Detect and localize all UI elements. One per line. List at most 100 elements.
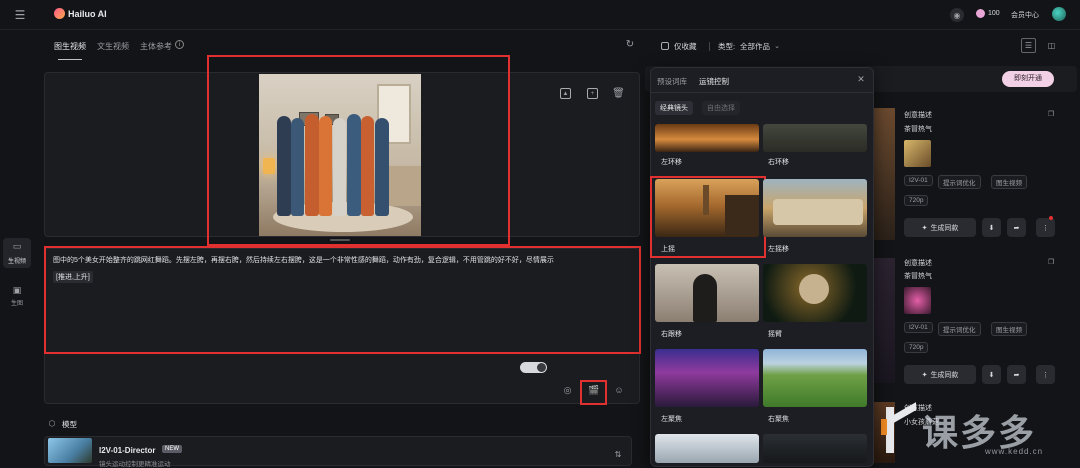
generate-similar-label: 生成同款	[930, 224, 959, 232]
hailuo-logo-icon	[54, 8, 65, 19]
credits-count: 100	[988, 10, 1000, 17]
filter-divider	[709, 42, 710, 51]
gallery-card-thumb	[904, 140, 931, 167]
camera-tag[interactable]: [推进,上升]	[53, 271, 93, 283]
split-view-icon[interactable]: ◫	[1044, 38, 1059, 53]
gallery-card-image[interactable]	[873, 108, 895, 240]
tab-text-to-video[interactable]: 文生视频	[97, 41, 129, 52]
type-filter-value[interactable]: 全部作品	[740, 41, 770, 52]
subtab-free[interactable]: 自由选择	[702, 101, 740, 115]
camera-preset-right-follow[interactable]	[655, 264, 759, 322]
tag-image-to-video: 图生视频	[991, 322, 1027, 336]
share-icon: ➦	[1013, 371, 1020, 379]
share-button[interactable]: ➦	[1007, 365, 1026, 384]
watermark-k-shape	[892, 402, 916, 424]
uploaded-image	[259, 74, 421, 236]
camera-preset-extra[interactable]	[763, 434, 867, 463]
user-avatar[interactable]	[1052, 7, 1066, 21]
popup-tab-camera[interactable]: 运镜控制	[699, 76, 729, 87]
tag-prompt-optimize: 提示词优化	[938, 322, 981, 336]
character-icon[interactable]: ☺	[613, 384, 625, 396]
dancer-figure	[277, 116, 291, 216]
tag-model: I2V-01	[904, 175, 933, 186]
preset-label: 右聚焦	[768, 416, 789, 423]
model-cube-icon: ⬡	[48, 418, 56, 428]
more-icon: ⋮	[1042, 371, 1049, 379]
camera-preset-left-pan[interactable]	[763, 179, 867, 237]
replace-image-icon[interactable]: ▲	[560, 88, 571, 99]
notification-icon[interactable]: ◉	[950, 8, 964, 22]
preset-label: 左摇移	[768, 246, 789, 253]
model-name: I2V-01-Director	[99, 446, 156, 455]
sparkle-icon: ✦	[921, 371, 928, 379]
popup-tab-presets[interactable]: 预设词库	[657, 76, 687, 87]
download-button[interactable]: ⬇	[982, 218, 1001, 237]
preset-label: 上摇	[661, 246, 675, 253]
more-button[interactable]: ⋮	[1036, 218, 1055, 237]
camera-preset-right-orbit[interactable]	[763, 124, 867, 152]
gallery-card-subtitle: 茶冒热气	[904, 126, 932, 133]
subtab-classic[interactable]: 经典镜头	[655, 101, 693, 115]
share-button[interactable]: ➦	[1007, 218, 1026, 237]
brand-logo[interactable]: Hailuo AI	[54, 8, 107, 19]
favorites-label[interactable]: 仅收藏	[674, 41, 697, 52]
model-new-badge: NEW	[162, 445, 182, 453]
preset-car	[773, 199, 863, 225]
open-now-button[interactable]: 即刻开通	[1002, 71, 1054, 87]
prompt-text[interactable]: 图中的5个美女开始整齐的跳网红舞蹈。先摆左胯，再摆右胯，然后持续左右摆胯，这是一…	[53, 256, 633, 266]
preset-building	[703, 185, 709, 215]
gallery-card-thumb	[904, 287, 931, 314]
copy-icon[interactable]: ❐	[1047, 110, 1055, 118]
model-thumbnail	[48, 438, 92, 463]
menu-icon[interactable]: ☰	[12, 8, 28, 22]
preset-label: 摇臂	[768, 331, 782, 338]
image-icon: ▣	[12, 285, 22, 295]
dancer-figure	[333, 118, 346, 216]
preset-building	[725, 195, 759, 235]
generate-similar-button[interactable]: ✦ 生成同款	[904, 218, 976, 237]
credits-badge[interactable]: 100	[976, 9, 1000, 18]
member-center-link[interactable]: 会员中心	[1011, 10, 1039, 20]
dancer-figure	[347, 114, 361, 216]
info-icon[interactable]: i	[175, 40, 184, 49]
camera-control-icon[interactable]: 🎬	[588, 385, 600, 396]
tab-active-underline	[58, 59, 82, 60]
close-icon[interactable]: ✕	[856, 74, 866, 84]
sparkle-icon: ✦	[921, 224, 928, 232]
camera-preset-extra[interactable]	[655, 434, 759, 463]
download-button[interactable]: ⬇	[982, 365, 1001, 384]
tab-subject-reference[interactable]: 主体参考	[140, 41, 172, 52]
camera-preset-right-focus[interactable]	[763, 349, 867, 407]
download-icon: ⬇	[988, 224, 995, 232]
model-switch-icon[interactable]: ⇅	[613, 449, 623, 459]
panel-resize-handle[interactable]	[330, 239, 350, 241]
delete-icon[interactable]: 🗑	[612, 87, 625, 99]
tag-model: I2V-01	[904, 322, 933, 333]
model-section-title: 模型	[62, 420, 77, 429]
dancer-figure	[361, 116, 374, 216]
refresh-icon[interactable]: ↻	[624, 38, 636, 50]
list-view-icon[interactable]: ☰	[1021, 38, 1036, 53]
edit-image-icon[interactable]: +	[587, 88, 598, 99]
prompt-toggle-knob	[537, 363, 546, 372]
top-bar: ☰ Hailuo AI ◉ 100 会员中心	[0, 0, 1080, 30]
tag-resolution: 720p	[904, 342, 929, 353]
camera-preset-tilt-up[interactable]	[655, 179, 759, 237]
generate-similar-button[interactable]: ✦ 生成同款	[904, 365, 976, 384]
camera-preset-crane[interactable]	[763, 264, 867, 322]
camera-preset-left-orbit[interactable]	[655, 124, 759, 152]
gallery-card-image[interactable]	[873, 258, 895, 383]
more-button[interactable]: ⋮	[1036, 365, 1055, 384]
camera-preset-left-focus[interactable]	[655, 349, 759, 407]
copy-icon[interactable]: ❐	[1047, 258, 1055, 266]
preset-label: 右环移	[768, 159, 789, 166]
lightbulb-icon[interactable]: ◎	[562, 385, 573, 396]
chevron-down-icon[interactable]: ⌄	[773, 41, 781, 50]
favorites-checkbox[interactable]	[661, 42, 669, 50]
type-filter-label: 类型:	[718, 42, 736, 51]
tab-image-to-video[interactable]: 图生视频	[54, 41, 86, 52]
preset-clown	[799, 274, 829, 304]
nav-image[interactable]: ▣ 生图	[3, 282, 31, 312]
preset-label: 右跟移	[661, 331, 682, 338]
nav-video[interactable]: ▭ 生视频	[3, 238, 31, 268]
